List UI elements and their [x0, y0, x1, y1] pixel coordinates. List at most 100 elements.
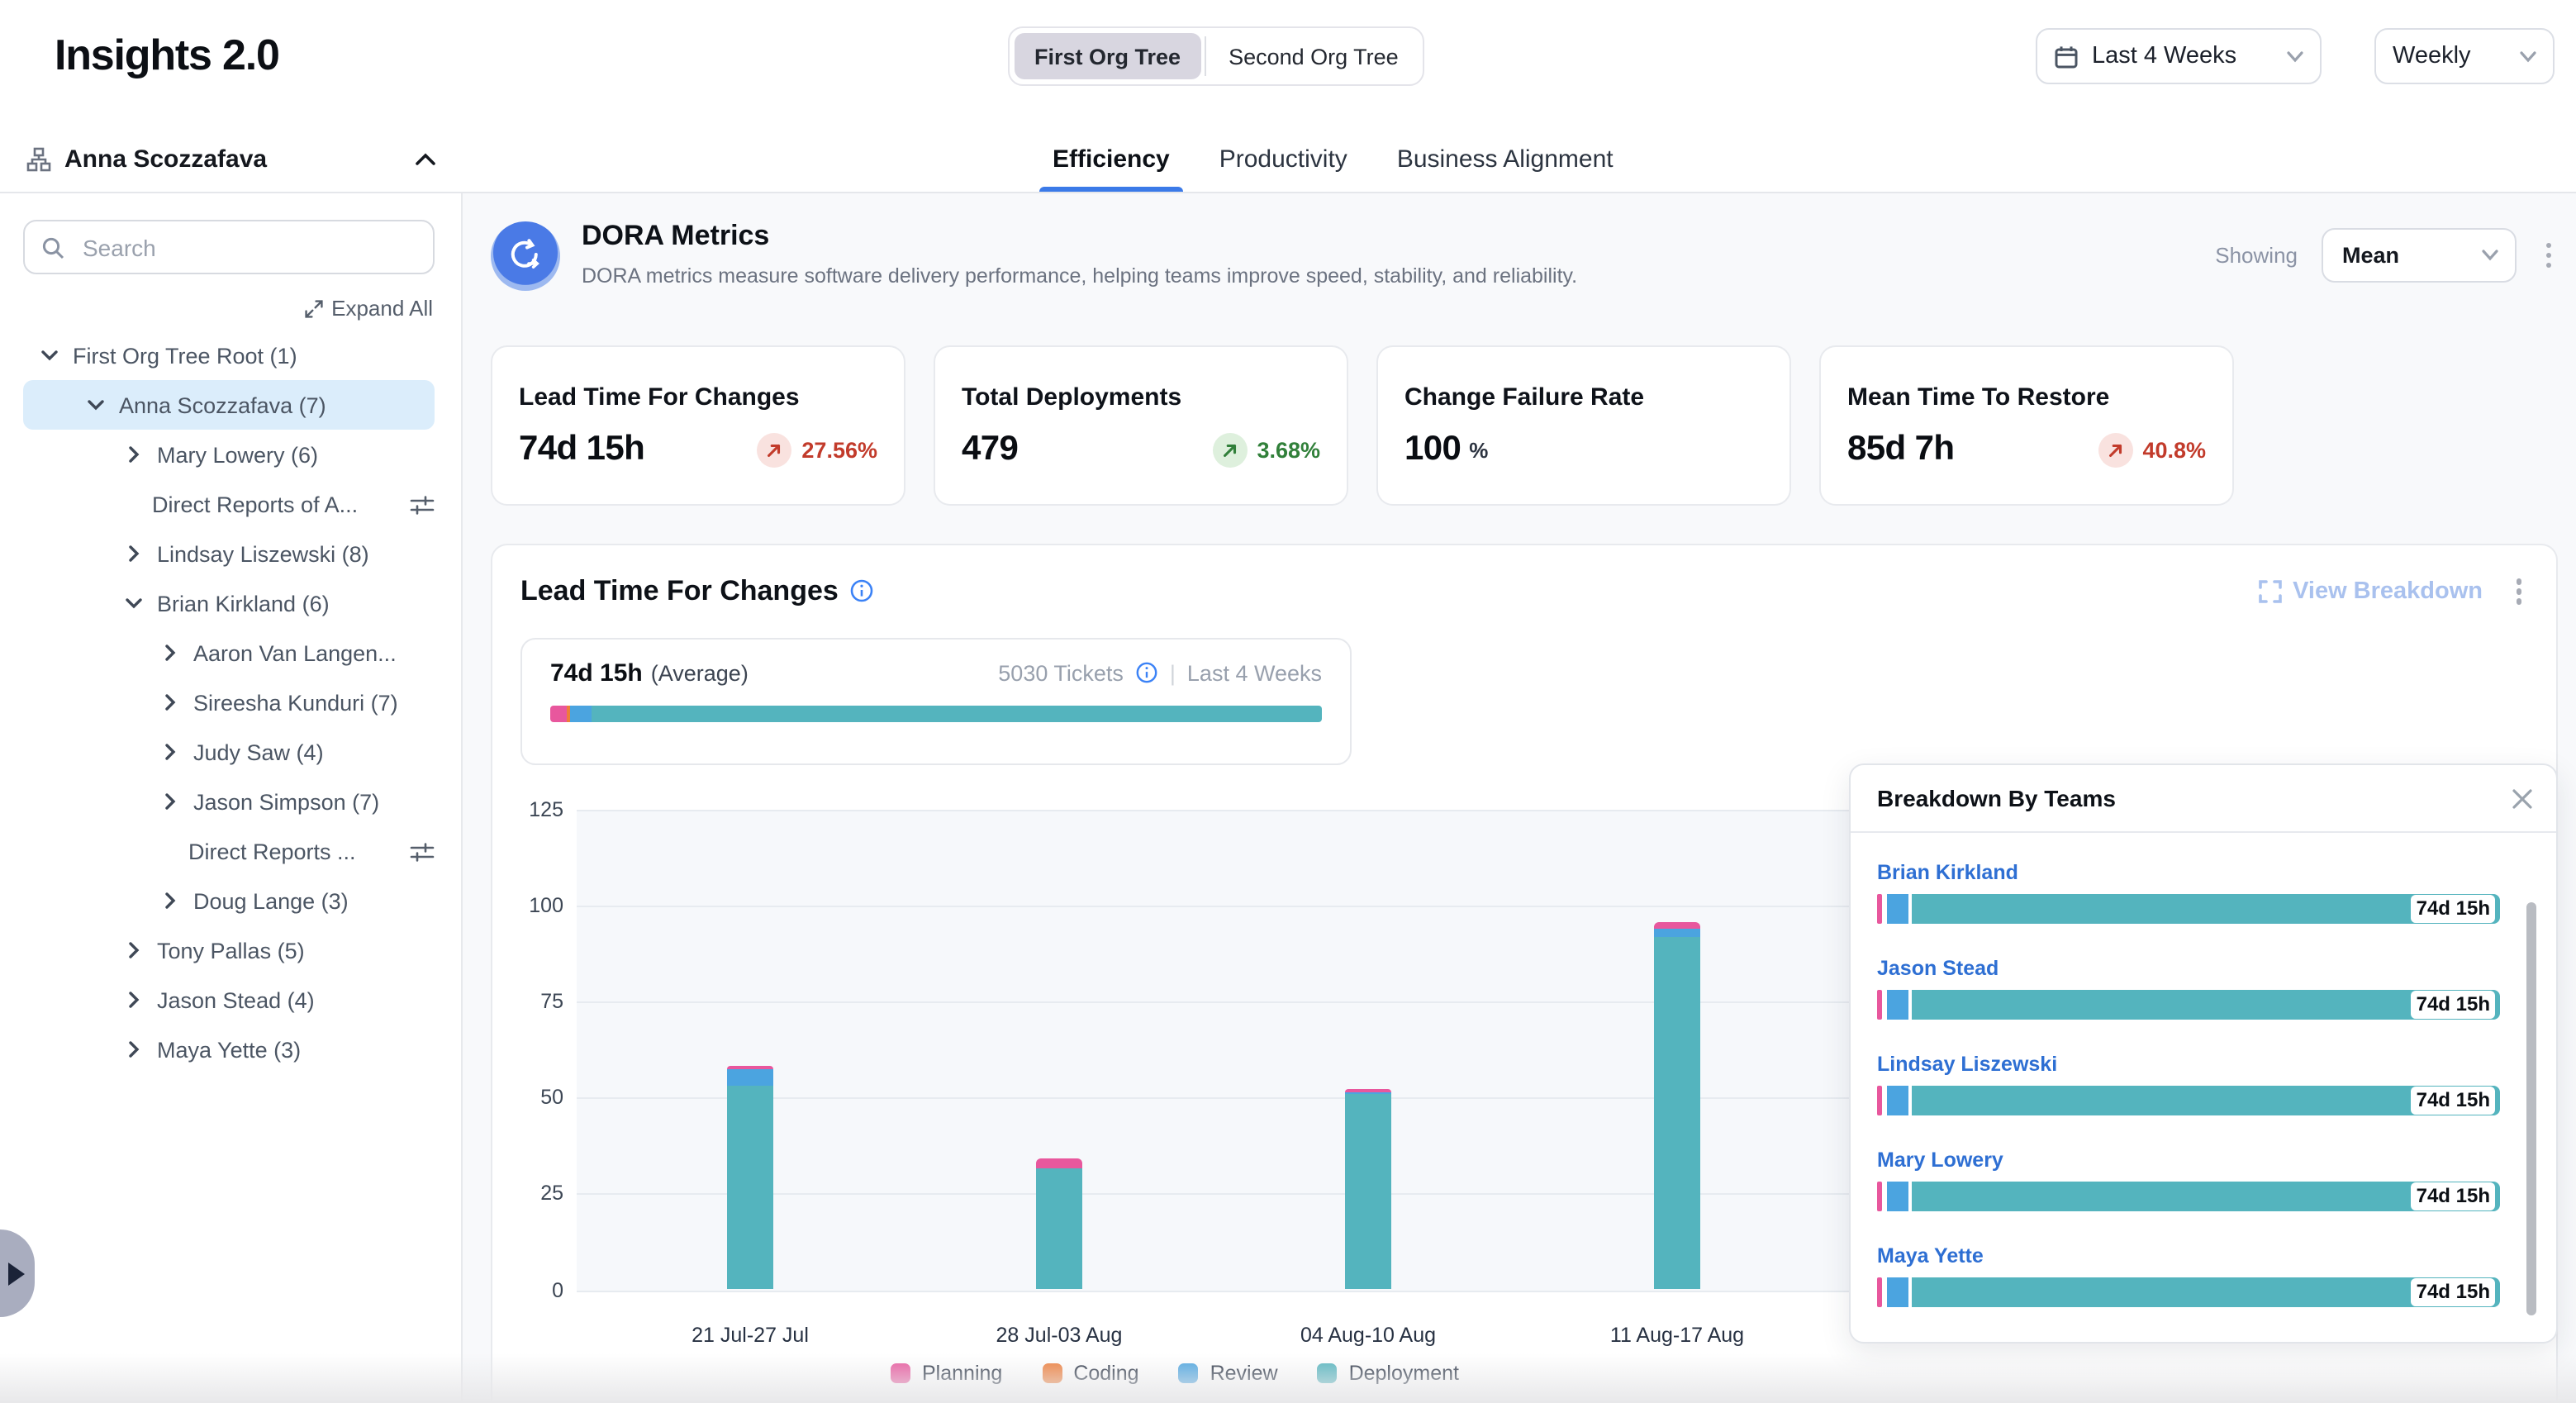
bar-segment-deployment [727, 1086, 773, 1290]
tree-item-brian-kirkland-6[interactable]: Brian Kirkland (6) [23, 578, 435, 628]
bar-segment-deployment [1654, 938, 1700, 1290]
delta-percentage: 27.56% [801, 437, 877, 462]
phase-segment-deployment [592, 705, 1322, 721]
sidebar-owner-name: Anna Scozzafava [64, 145, 402, 173]
team-name-link[interactable]: Lindsay Liszewski [1877, 1053, 2500, 1076]
team-name-link[interactable]: Brian Kirkland [1877, 861, 2500, 884]
bar-segment-review [1886, 1182, 1908, 1211]
toggle-second-org-tree[interactable]: Second Org Tree [1209, 33, 1419, 79]
tree-item-judy-saw-4[interactable]: Judy Saw (4) [23, 727, 435, 777]
date-range-select[interactable]: Last 4 Weeks [2036, 28, 2322, 84]
showing-label: Showing [2215, 243, 2298, 268]
tree-item-doug-lange-3[interactable]: Doug Lange (3) [23, 876, 435, 925]
tree-item-label: Brian Kirkland (6) [157, 591, 330, 616]
chevron-right-icon[interactable] [162, 744, 178, 760]
legend-item-review[interactable]: Review [1179, 1361, 1278, 1384]
chevron-down-icon[interactable] [88, 397, 104, 413]
dora-description: DORA metrics measure software delivery p… [582, 264, 1577, 288]
tree-item-direct-reports[interactable]: Direct Reports ... [23, 826, 435, 876]
close-icon[interactable] [2512, 787, 2533, 809]
calendar-icon [2054, 44, 2079, 69]
showing-select[interactable]: Mean [2321, 228, 2516, 283]
tree-item-jason-stead-4[interactable]: Jason Stead (4) [23, 975, 435, 1025]
tree-item-anna-scozzafava-7[interactable]: Anna Scozzafava (7) [23, 380, 435, 430]
metric-value: 74d 15h [519, 430, 644, 469]
filters-icon[interactable] [410, 840, 435, 862]
tab-productivity[interactable]: Productivity [1216, 126, 1351, 192]
trend-up-arrow-icon [1212, 432, 1247, 467]
expand-all-label: Expand All [331, 296, 433, 321]
tree-item-label: Direct Reports of A... [152, 492, 358, 516]
metric-card-lead-time-for-changes: Lead Time For Changes74d 15h27.56% [491, 345, 905, 506]
metric-value-suffix: % [1469, 437, 1488, 462]
tab-business-alignment[interactable]: Business Alignment [1394, 126, 1617, 192]
lead-time-menu-button[interactable] [2509, 572, 2528, 611]
chevron-right-icon[interactable] [162, 644, 178, 661]
showing-value: Mean [2342, 243, 2399, 268]
search-input[interactable] [79, 232, 416, 262]
toggle-first-org-tree[interactable]: First Org Tree [1015, 33, 1200, 79]
tree-item-label: Direct Reports ... [188, 839, 356, 863]
chevron-right-icon[interactable] [126, 992, 142, 1008]
legend-swatch [1042, 1363, 1062, 1382]
metric-card-change-failure-rate: Change Failure Rate100% [1376, 345, 1791, 506]
metric-value: 85d 7h [1847, 430, 1954, 469]
team-name-link[interactable]: Mary Lowery [1877, 1149, 2500, 1172]
metric-value: 100 [1404, 430, 1461, 469]
tab-efficiency[interactable]: Efficiency [1049, 126, 1173, 192]
legend-swatch [891, 1363, 910, 1382]
chevron-right-icon[interactable] [126, 1041, 142, 1058]
team-name-link[interactable]: Jason Stead [1877, 957, 2500, 980]
tree-item-label: Mary Lowery (6) [157, 442, 318, 467]
chevron-right-icon[interactable] [162, 694, 178, 711]
legend-item-planning[interactable]: Planning [891, 1361, 1002, 1384]
chevron-down-icon [2287, 50, 2303, 62]
sidebar-search[interactable] [23, 220, 435, 274]
dora-menu-button[interactable] [2539, 236, 2558, 275]
org-tree-toggle: First Org Tree Second Org Tree [1008, 26, 1425, 86]
team-lead-time-bar: 74d 15h [1877, 894, 2500, 924]
chevron-right-icon[interactable] [126, 545, 142, 562]
chevron-right-icon[interactable] [126, 446, 142, 463]
filters-icon[interactable] [410, 493, 435, 515]
tree-item-tony-pallas-5[interactable]: Tony Pallas (5) [23, 925, 435, 975]
tree-item-jason-simpson-7[interactable]: Jason Simpson (7) [23, 777, 435, 826]
chevron-right-icon[interactable] [162, 793, 178, 810]
phase-segment-planning [550, 705, 567, 721]
chevron-down-icon[interactable] [126, 595, 142, 611]
granularity-select[interactable]: Weekly [2374, 28, 2555, 84]
view-breakdown-button[interactable]: View Breakdown [2258, 578, 2483, 605]
expand-all-icon [303, 298, 323, 318]
legend-item-deployment[interactable]: Deployment [1318, 1361, 1459, 1384]
team-lead-time-bar: 74d 15h [1877, 1277, 2500, 1307]
team-row-brian-kirkland: Brian Kirkland 74d 15h [1877, 861, 2500, 924]
tree-item-label: Anna Scozzafava (7) [119, 392, 326, 417]
main-tabs: Efficiency Productivity Business Alignment [463, 126, 2576, 192]
chevron-up-icon[interactable] [415, 151, 436, 166]
tree-item-direct-reports-of-a[interactable]: Direct Reports of A... [23, 479, 435, 529]
tree-item-first-org-tree-root-1[interactable]: First Org Tree Root (1) [23, 331, 435, 380]
tree-item-mary-lowery-6[interactable]: Mary Lowery (6) [23, 430, 435, 479]
sidebar-header[interactable]: Anna Scozzafava [0, 126, 463, 192]
tree-item-maya-yette-3[interactable]: Maya Yette (3) [23, 1025, 435, 1074]
tree-item-aaron-van-langen[interactable]: Aaron Van Langen... [23, 628, 435, 678]
info-icon[interactable] [850, 579, 875, 604]
bar-segment-review [1886, 1086, 1908, 1115]
secondary-bar: Anna Scozzafava Efficiency Productivity Bu… [0, 126, 2576, 193]
bar-segment-planning [727, 1066, 773, 1068]
tree-item-lindsay-liszewski-8[interactable]: Lindsay Liszewski (8) [23, 529, 435, 578]
team-value-label: 74d 15h [2412, 895, 2495, 923]
team-name-link[interactable]: Maya Yette [1877, 1244, 2500, 1267]
panel-scrollbar-thumb[interactable] [2526, 902, 2536, 1315]
expand-all-button[interactable]: Expand All [0, 296, 433, 321]
y-axis-label: 100 [520, 893, 563, 916]
chevron-right-icon[interactable] [162, 892, 178, 909]
info-icon[interactable] [1135, 661, 1158, 684]
tree-item-sireesha-kunduri-7[interactable]: Sireesha Kunduri (7) [23, 678, 435, 727]
top-bar: Insights 2.0 First Org Tree Second Org T… [0, 0, 2576, 126]
chevron-right-icon[interactable] [126, 942, 142, 958]
chevron-down-icon[interactable] [41, 347, 58, 364]
legend-item-coding[interactable]: Coding [1042, 1361, 1138, 1384]
date-range-value: Last 4 Weeks [2092, 43, 2236, 69]
delta-badge: 40.8% [2098, 432, 2206, 467]
